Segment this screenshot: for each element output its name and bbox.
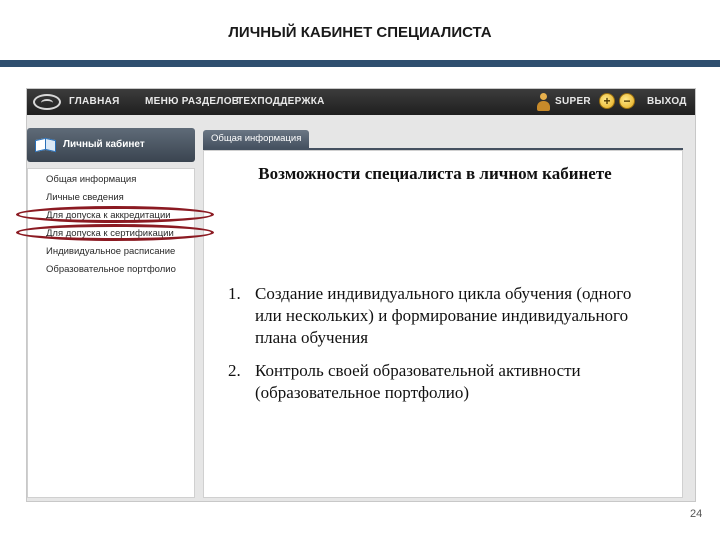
logout-link[interactable]: ВЫХОД — [647, 96, 687, 107]
logo-icon[interactable] — [33, 94, 61, 110]
sidebar-item-portfolio[interactable]: Образовательное портфолио — [46, 264, 176, 275]
overlay-heading: Возможности специалиста в личном кабинет… — [258, 164, 612, 183]
list-number: 2. — [228, 361, 241, 380]
sidebar-item-personal-info[interactable]: Личные сведения — [46, 192, 124, 203]
slide-title: ЛИЧНЫЙ КАБИНЕТ СПЕЦИАЛИСТА — [228, 24, 492, 41]
list-text: Контроль своей образовательной активност… — [255, 361, 581, 402]
page-number: 24 — [690, 508, 703, 520]
zoom-out-icon[interactable]: − — [619, 93, 635, 109]
user-name[interactable]: SUPER — [555, 96, 591, 107]
sidebar-title: Личный кабинет — [63, 139, 145, 150]
user-icon — [537, 93, 550, 111]
highlight-accreditation — [16, 206, 214, 223]
sidebar-item-general-info[interactable]: Общая информация — [46, 174, 136, 185]
list-text: Создание индивидуального цикла обучения … — [255, 284, 632, 347]
sidebar-item-schedule[interactable]: Индивидуальное расписание — [46, 246, 175, 257]
list-item: 2. Контроль своей образовательной активн… — [222, 360, 662, 404]
book-icon — [35, 137, 57, 153]
nav-item-main[interactable]: ГЛАВНАЯ — [69, 96, 120, 107]
top-navigation-bar: ГЛАВНАЯ МЕНЮ РАЗДЕЛОВ ТЕХПОДДЕРЖКА SUPER… — [27, 89, 695, 115]
tab-general-info[interactable]: Общая информация — [203, 130, 310, 148]
list-number: 1. — [228, 284, 241, 303]
nav-item-support[interactable]: ТЕХПОДДЕРЖКА — [237, 96, 325, 107]
nav-item-sections-menu[interactable]: МЕНЮ РАЗДЕЛОВ — [145, 96, 239, 107]
list-item: 1. Создание индивидуального цикла обучен… — [222, 283, 662, 349]
zoom-in-icon[interactable]: + — [599, 93, 615, 109]
title-divider — [0, 60, 720, 67]
overlay-list: 1. Создание индивидуального цикла обучен… — [222, 283, 662, 415]
sidebar-header[interactable]: Личный кабинет — [27, 128, 195, 162]
highlight-certification — [16, 224, 214, 241]
